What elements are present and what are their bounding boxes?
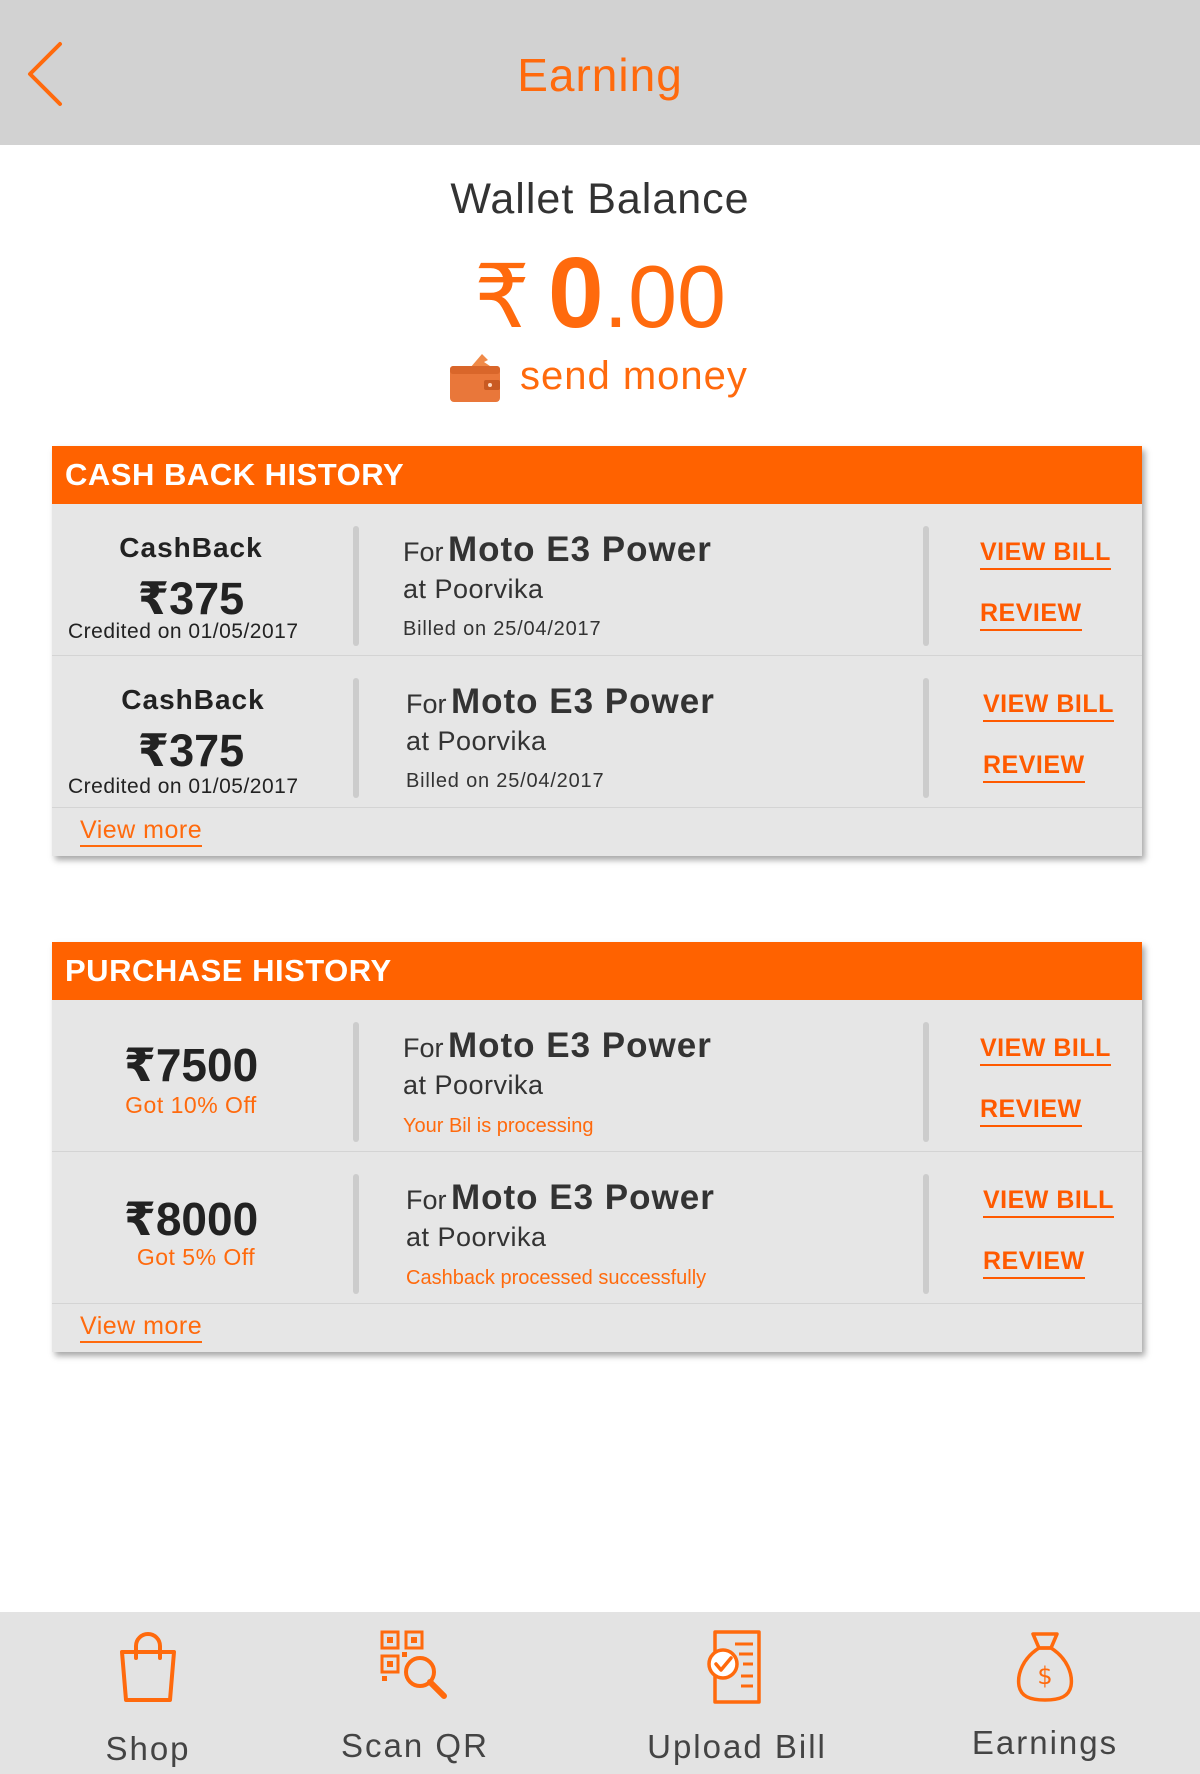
- purchase-view-more: View more: [52, 1304, 1142, 1352]
- svg-text:$: $: [1037, 1662, 1052, 1690]
- cashback-row: CashBack ₹375 Credited on 01/05/2017 For…: [52, 504, 1142, 656]
- currency-symbol: ₹: [474, 247, 531, 346]
- credited-date: Credited on 01/05/2017: [68, 775, 299, 798]
- store-name: at Poorvika: [403, 574, 544, 604]
- nav-shop[interactable]: Shop: [38, 1612, 258, 1774]
- top-bar: Earning: [0, 0, 1200, 145]
- qr-scan-icon: [380, 1630, 447, 1699]
- nav-upload-bill[interactable]: Upload Bill: [627, 1612, 847, 1774]
- review-link[interactable]: REVIEW: [983, 751, 1085, 783]
- billed-date: Billed on 25/04/2017: [403, 618, 602, 640]
- send-money-button[interactable]: send money: [448, 345, 748, 407]
- product-name: Moto E3 Power: [447, 530, 712, 569]
- purchase-amount: ₹7500: [123, 1039, 259, 1091]
- view-bill-link[interactable]: VIEW BILL: [980, 538, 1111, 570]
- amount-integer: 0: [548, 237, 604, 349]
- product-line: For Moto E3 Power: [403, 1026, 712, 1065]
- cashback-label: CashBack: [121, 684, 265, 715]
- divider: [923, 678, 929, 798]
- product-line: For Moto E3 Power: [406, 1178, 715, 1217]
- cashback-history-card: CASH BACK HISTORY CashBack ₹375 Credited…: [52, 446, 1142, 856]
- divider: [353, 678, 359, 798]
- cashback-row: CashBack ₹375 Credited on 01/05/2017 For…: [52, 656, 1142, 808]
- divider: [353, 1174, 359, 1294]
- product-name: Moto E3 Power: [447, 1026, 712, 1065]
- wallet-balance-title: Wallet Balance: [450, 175, 750, 223]
- view-bill-link[interactable]: VIEW BILL: [980, 1034, 1111, 1066]
- divider: [353, 1022, 359, 1142]
- divider: [923, 526, 929, 646]
- store-name: at Poorvika: [403, 1070, 544, 1100]
- view-more-link[interactable]: View more: [80, 816, 203, 847]
- product-name: Moto E3 Power: [450, 1178, 715, 1217]
- nav-label: Upload Bill: [647, 1728, 827, 1765]
- discount-label: Got 5% Off: [136, 1244, 256, 1270]
- divider: [923, 1174, 929, 1294]
- upload-bill-icon: [707, 1630, 761, 1704]
- discount-label: Got 10% Off: [125, 1092, 257, 1118]
- amount-decimal: .00: [603, 247, 726, 346]
- divider: [353, 526, 359, 646]
- cashback-amount: ₹375: [137, 725, 245, 776]
- purchase-row: ₹7500 Got 10% Off For Moto E3 Power at P…: [52, 1000, 1142, 1152]
- bill-status: Cashback processed successfully: [406, 1267, 707, 1289]
- nav-label: Scan QR: [341, 1727, 489, 1764]
- shopping-bag-icon: [120, 1632, 176, 1702]
- cashback-history-title: CASH BACK HISTORY: [52, 446, 1142, 504]
- view-bill-link[interactable]: VIEW BILL: [983, 690, 1114, 722]
- review-link[interactable]: REVIEW: [980, 599, 1082, 631]
- store-name: at Poorvika: [406, 1222, 547, 1252]
- review-link[interactable]: REVIEW: [980, 1095, 1082, 1127]
- page-title: Earning: [517, 49, 683, 101]
- credited-date: Credited on 01/05/2017: [68, 620, 299, 643]
- nav-label: Shop: [105, 1730, 191, 1767]
- bill-status: Your Bil is processing: [403, 1115, 594, 1137]
- divider: [923, 1022, 929, 1142]
- view-more-link[interactable]: View more: [80, 1312, 203, 1343]
- nav-earnings[interactable]: $ Earnings: [935, 1612, 1155, 1774]
- send-money-label: send money: [520, 353, 748, 398]
- billed-date: Billed on 25/04/2017: [406, 770, 605, 792]
- nav-label: Earnings: [971, 1724, 1119, 1761]
- wallet-icon: [450, 354, 500, 402]
- purchase-row: ₹8000 Got 5% Off For Moto E3 Power at Po…: [52, 1152, 1142, 1304]
- purchase-history-card: PURCHASE HISTORY ₹7500 Got 10% Off For M…: [52, 942, 1142, 1352]
- bottom-navigation: Shop Scan QR Upload Bill $ Earnings: [0, 1612, 1200, 1774]
- cashback-amount: ₹375: [137, 573, 245, 624]
- cashback-label: CashBack: [119, 532, 263, 563]
- nav-scan-qr[interactable]: Scan QR: [305, 1612, 525, 1774]
- money-bag-icon: $: [1016, 1632, 1074, 1702]
- purchase-history-title: PURCHASE HISTORY: [52, 942, 1142, 1000]
- purchase-amount: ₹8000: [123, 1193, 259, 1245]
- product-name: Moto E3 Power: [450, 682, 715, 721]
- cashback-view-more: View more: [52, 808, 1142, 856]
- product-line: For Moto E3 Power: [406, 682, 715, 721]
- view-bill-link[interactable]: VIEW BILL: [983, 1186, 1114, 1218]
- wallet-balance-amount: ₹0.00: [0, 238, 1200, 352]
- product-line: For Moto E3 Power: [403, 530, 712, 569]
- store-name: at Poorvika: [406, 726, 547, 756]
- review-link[interactable]: REVIEW: [983, 1247, 1085, 1279]
